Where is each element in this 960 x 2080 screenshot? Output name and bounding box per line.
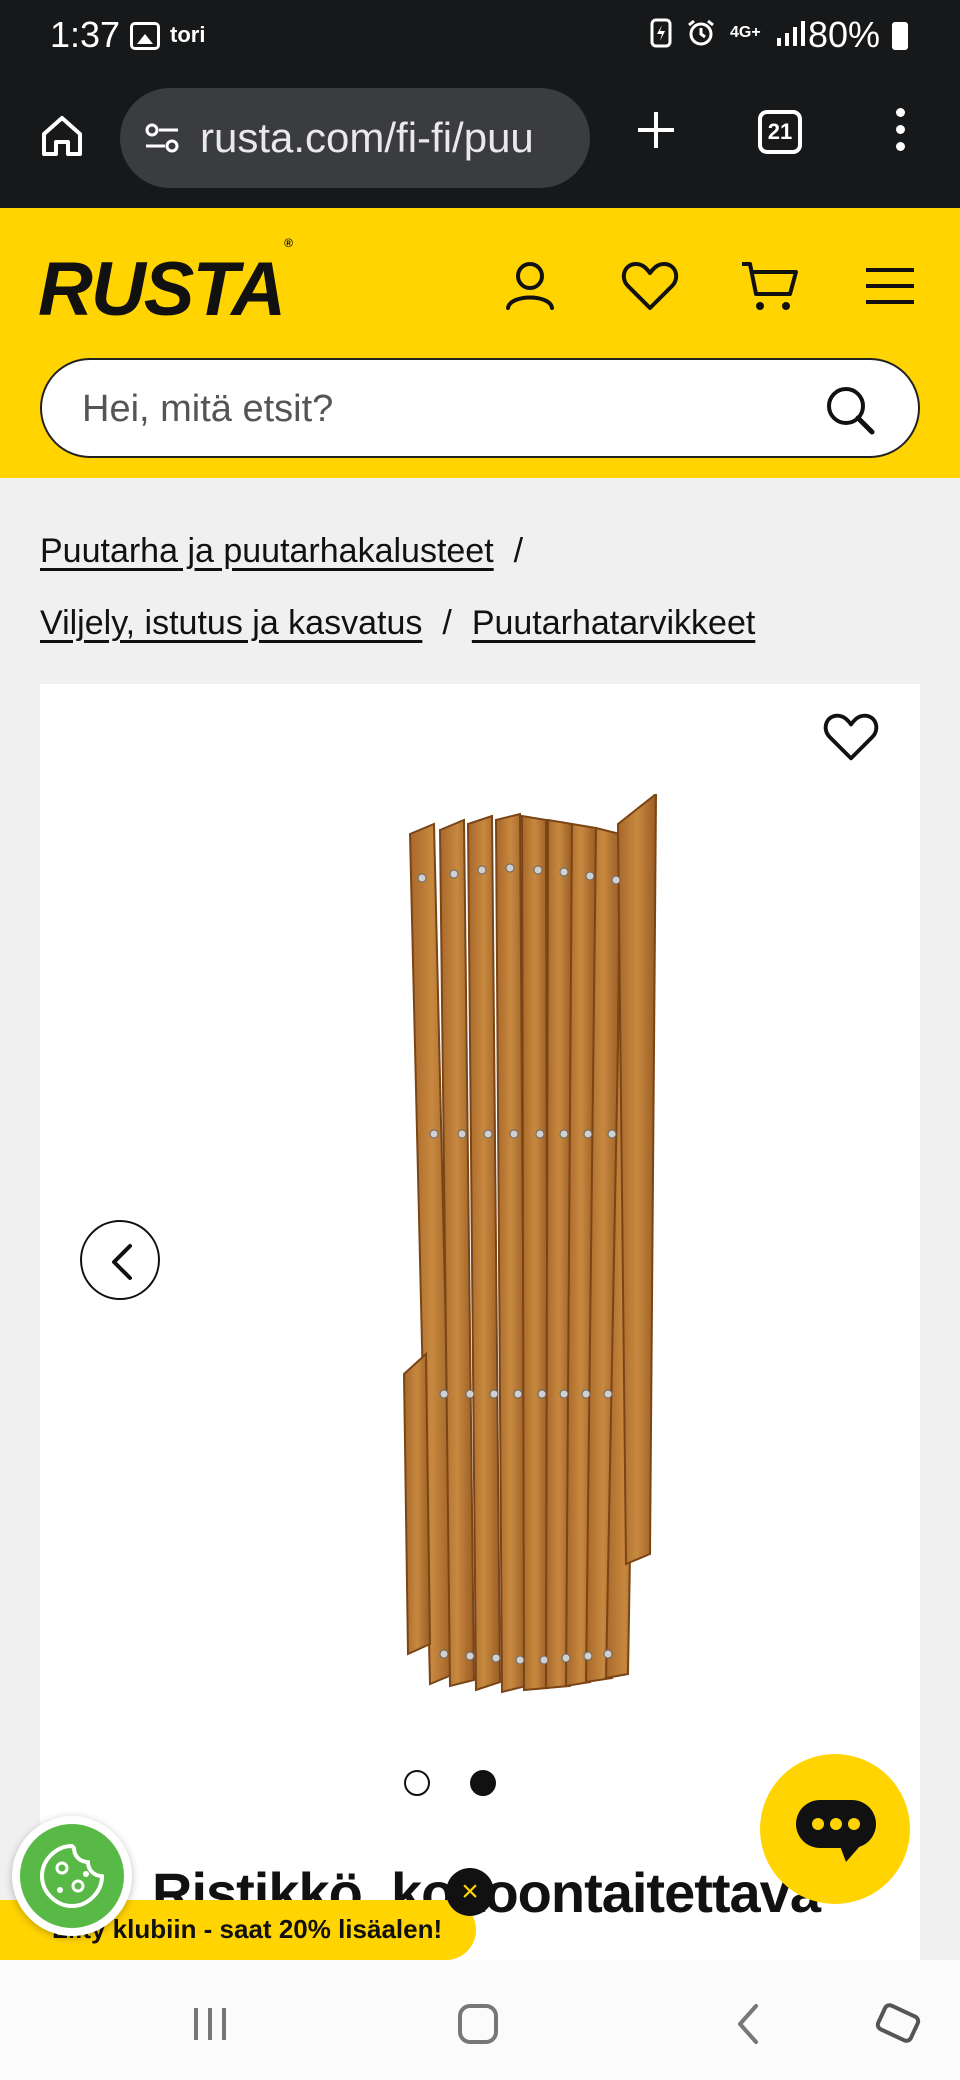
cookie-icon	[40, 1844, 104, 1908]
recent-apps-icon[interactable]	[180, 1994, 240, 2054]
home-nav-icon[interactable]	[448, 1994, 508, 2054]
status-bar: 1:37 tori 4G+ 80%	[0, 0, 960, 72]
favorite-heart-icon[interactable]	[820, 706, 882, 768]
gallery-dot-1[interactable]	[404, 1770, 430, 1796]
rotate-screen-icon[interactable]	[868, 1994, 928, 2054]
breadcrumb: Puutarha ja puutarhakalusteet / Viljely, …	[40, 515, 920, 659]
gallery-notification-icon	[130, 22, 160, 50]
breadcrumb-link-garden-supplies[interactable]: Puutarhatarvikkeet	[472, 604, 756, 642]
alarm-icon	[688, 19, 714, 46]
breadcrumb-separator: /	[442, 604, 452, 642]
product-image-trellis[interactable]	[350, 794, 670, 1706]
gallery-prev-button[interactable]	[80, 1220, 160, 1300]
search-icon[interactable]	[822, 382, 878, 438]
browser-toolbar: rusta.com/fi-fi/puu 21	[0, 72, 960, 208]
tab-switcher-button[interactable]: 21	[758, 110, 802, 154]
breadcrumb-separator: /	[513, 532, 524, 570]
breadcrumb-link-garden[interactable]: Puutarha ja puutarhakalusteet	[40, 532, 494, 570]
url-text[interactable]: rusta.com/fi-fi/puu	[200, 114, 572, 162]
browser-menu-icon[interactable]	[890, 108, 910, 158]
battery-saver-icon	[650, 18, 672, 48]
account-icon[interactable]	[498, 254, 562, 318]
breadcrumb-link-cultivation[interactable]: Viljely, istutus ja kasvatus	[40, 604, 422, 642]
chat-button[interactable]	[760, 1754, 910, 1904]
chevron-left-icon	[112, 1244, 132, 1280]
battery-percent: 80%	[808, 14, 881, 55]
close-banner-button[interactable]: ×	[446, 1868, 494, 1916]
battery-icon	[892, 22, 908, 50]
rusta-logo[interactable]: RUSTA®	[38, 236, 293, 333]
chat-bubble-icon	[796, 1800, 876, 1862]
site-settings-icon[interactable]	[142, 118, 182, 158]
search-placeholder: Hei, mitä etsit?	[82, 388, 334, 430]
back-nav-icon[interactable]	[720, 1994, 780, 2054]
cart-icon[interactable]	[738, 254, 802, 318]
hamburger-menu-icon[interactable]	[858, 254, 922, 318]
gallery-dot-2[interactable]	[470, 1770, 496, 1796]
status-app-label: tori	[170, 22, 206, 47]
cookie-settings-button[interactable]	[12, 1816, 132, 1936]
system-navigation-bar	[0, 1960, 960, 2080]
address-bar[interactable]: rusta.com/fi-fi/puu	[120, 88, 590, 188]
wishlist-heart-icon[interactable]	[618, 254, 682, 318]
network-type: 4G+	[730, 24, 761, 41]
site-header: RUSTA® Hei, mitä etsit?	[0, 208, 960, 478]
status-time: 1:37	[50, 14, 121, 55]
new-tab-icon[interactable]	[632, 106, 680, 154]
home-icon[interactable]	[38, 112, 86, 160]
signal-icon	[776, 21, 805, 46]
search-input[interactable]: Hei, mitä etsit?	[40, 358, 920, 458]
